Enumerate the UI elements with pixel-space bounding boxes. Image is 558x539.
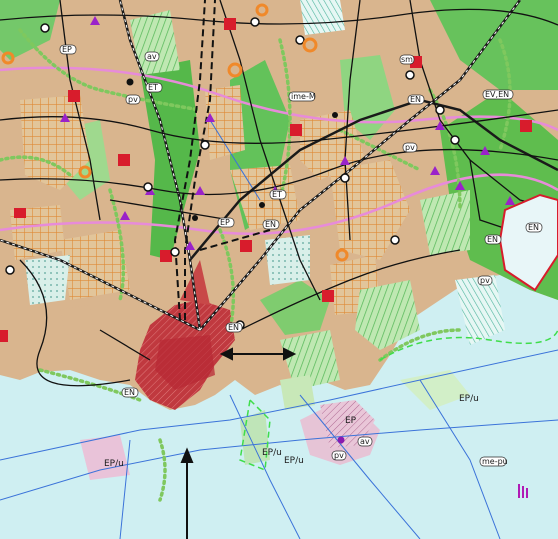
label-et-2: ET: [272, 190, 282, 199]
label-av-1: av: [147, 52, 157, 61]
label-ime-m: ime-M: [291, 92, 316, 101]
label-et-1: ET: [148, 83, 158, 92]
label-layer: EP/u EP/u EP/u EP/u EP EN EN EN EN EN EN…: [59, 44, 543, 469]
label-av-2: av: [360, 437, 370, 446]
label-en-2: EN: [124, 388, 135, 397]
label-ep: EP: [345, 416, 357, 426]
label-sm: sm: [401, 55, 413, 64]
label-en-5: EN: [228, 323, 239, 332]
label-en-1: EN: [265, 220, 276, 229]
label-ep-u-east: EP/u: [459, 394, 479, 404]
label-pv-2: pv: [405, 143, 415, 152]
label-ep-u-south-2: EP/u: [284, 456, 304, 466]
label-ep-u-south: EP/u: [262, 448, 282, 458]
label-en-3: EN: [528, 223, 539, 232]
label-me-pu: me-pu: [482, 457, 508, 466]
label-en-6: EN: [487, 235, 498, 244]
label-pv-1: pv: [128, 95, 138, 104]
label-pv-4: pv: [334, 451, 344, 460]
label-ep-u-west: EP/u: [104, 459, 124, 469]
label-ep-2: EP: [62, 45, 72, 54]
label-en-4: EN: [410, 95, 421, 104]
map-canvas[interactable]: EP/u EP/u EP/u EP/u EP EN EN EN EN EN EN…: [0, 0, 558, 539]
label-ep-small: EP: [220, 218, 230, 227]
label-ev-en: EV,EN: [485, 90, 509, 99]
label-pv-3: pv: [480, 276, 490, 285]
